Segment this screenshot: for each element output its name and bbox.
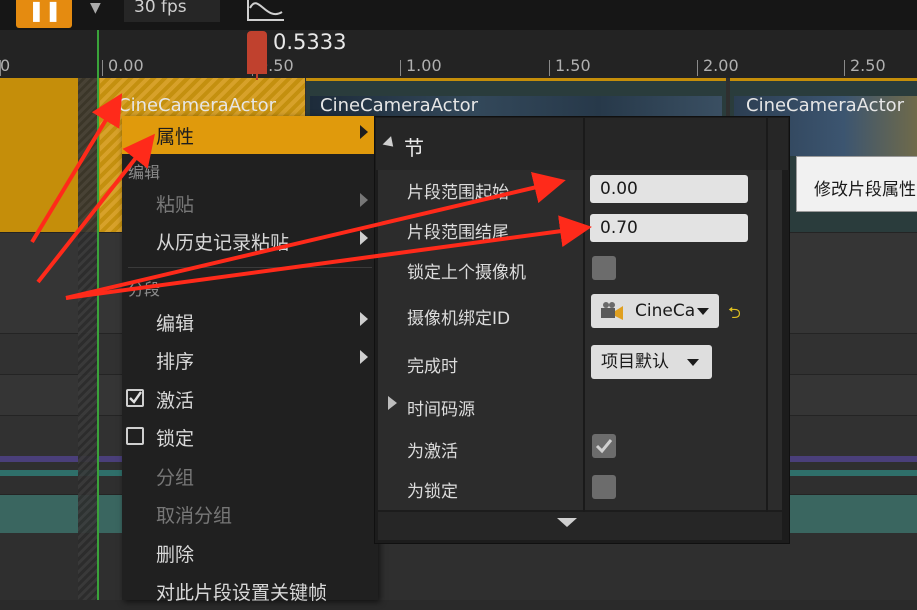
chevron-right-icon xyxy=(360,193,368,207)
menu-item-paste[interactable]: 粘贴 xyxy=(122,184,378,222)
section-label: CineCameraActor xyxy=(746,95,905,116)
ruler-tick-label: 2.50 xyxy=(850,56,886,75)
camera-binding-combo[interactable]: CineCa xyxy=(591,294,719,328)
playhead-line xyxy=(256,74,258,80)
section-label: CineCameraActor xyxy=(118,95,277,116)
expand-triangle-icon[interactable] xyxy=(388,396,397,410)
playhead-handle[interactable] xyxy=(247,31,267,74)
ruler-tick xyxy=(549,60,550,76)
chevron-down-icon[interactable] xyxy=(557,518,577,527)
is-active-checkbox[interactable] xyxy=(592,434,616,458)
label-is-active: 为激活 xyxy=(407,442,458,462)
chevron-right-icon xyxy=(360,231,368,245)
column-divider xyxy=(766,118,768,512)
menu-divider xyxy=(128,267,372,268)
menu-item-active[interactable]: 激活 xyxy=(122,380,378,418)
ruler-tick-label: 1.00 xyxy=(406,56,442,75)
checkbox-checked[interactable] xyxy=(126,389,144,407)
curve-editor-icon[interactable] xyxy=(244,0,286,24)
label-camera-binding-id: 摄像机绑定ID xyxy=(407,309,511,329)
section-label: CineCameraActor xyxy=(320,95,479,116)
playhead-time: 0.5333 xyxy=(273,30,347,54)
playback-range-hatch xyxy=(78,78,98,600)
chevron-right-icon xyxy=(360,312,368,326)
label-lock-previous-camera: 锁定上个摄像机 xyxy=(407,263,526,283)
checkbox-unchecked[interactable] xyxy=(126,427,144,445)
chevron-right-icon xyxy=(360,350,368,364)
ruler-tick-label: 0.00 xyxy=(108,56,144,75)
column-divider[interactable] xyxy=(583,118,585,512)
lock-previous-camera-checkbox[interactable] xyxy=(592,256,616,280)
menu-item-group[interactable]: 分组 xyxy=(122,457,378,495)
ruler-tick xyxy=(844,60,845,76)
menu-section-header: 编辑 xyxy=(128,163,161,182)
label-section-range-start: 片段范围起始 xyxy=(407,183,509,203)
menu-item-paste-history[interactable]: 从历史记录粘贴 xyxy=(122,222,378,260)
fps-dropdown[interactable]: 30 fps xyxy=(124,0,220,22)
panel-footer xyxy=(378,512,782,540)
menu-item-ungroup[interactable]: 取消分组 xyxy=(122,495,378,533)
when-finished-combo[interactable]: 项目默认 xyxy=(591,345,712,379)
tooltip-text: 修改片段属性 xyxy=(814,180,916,200)
menu-section-header: 分段 xyxy=(128,280,161,299)
chevron-down-icon xyxy=(697,308,709,315)
ruler-tick-label: 1.50 xyxy=(555,56,591,75)
section-range-start-input[interactable]: 0.00 xyxy=(590,175,748,203)
chevron-down-icon xyxy=(687,359,699,366)
menu-item-edit[interactable]: 编辑 xyxy=(122,303,378,341)
ruler-tick-label: 2.00 xyxy=(703,56,739,75)
label-is-locked: 为锁定 xyxy=(407,482,458,502)
playback-start-marker[interactable] xyxy=(97,30,99,600)
menu-item-lock[interactable]: 锁定 xyxy=(122,418,378,456)
section-range-end-input[interactable]: 0.70 xyxy=(590,214,748,242)
camera-actor-icon xyxy=(601,302,623,320)
menu-item-delete[interactable]: 删除 xyxy=(122,534,378,572)
panel-header[interactable] xyxy=(376,118,788,170)
ruler-tick xyxy=(697,60,698,76)
ruler-tick xyxy=(400,60,401,76)
label-when-finished: 完成时 xyxy=(407,357,458,377)
footprints-icon: ❚❚ xyxy=(28,0,62,22)
label-timecode-source: 时间码源 xyxy=(407,400,475,420)
chevron-right-icon xyxy=(360,125,368,139)
reset-arrow-icon[interactable]: ⮌ xyxy=(728,302,741,329)
context-menu: 属性 编辑 粘贴 从历史记录粘贴 分段 编辑 排序 激活 锁定 分组 取消分组 … xyxy=(122,116,378,604)
chevron-down-icon[interactable]: ▼ xyxy=(90,0,110,20)
label-section-range-end: 片段范围结尾 xyxy=(407,223,509,243)
menu-item-order[interactable]: 排序 xyxy=(122,341,378,379)
panel-title: 节 xyxy=(404,136,424,160)
menu-item-properties[interactable]: 属性 xyxy=(122,116,378,154)
ruler-tick xyxy=(102,60,103,76)
ruler-tick-label: 0 xyxy=(0,56,11,75)
menu-item-key-section[interactable]: 对此片段设置关键帧 xyxy=(122,572,378,610)
is-locked-checkbox[interactable] xyxy=(592,475,616,499)
